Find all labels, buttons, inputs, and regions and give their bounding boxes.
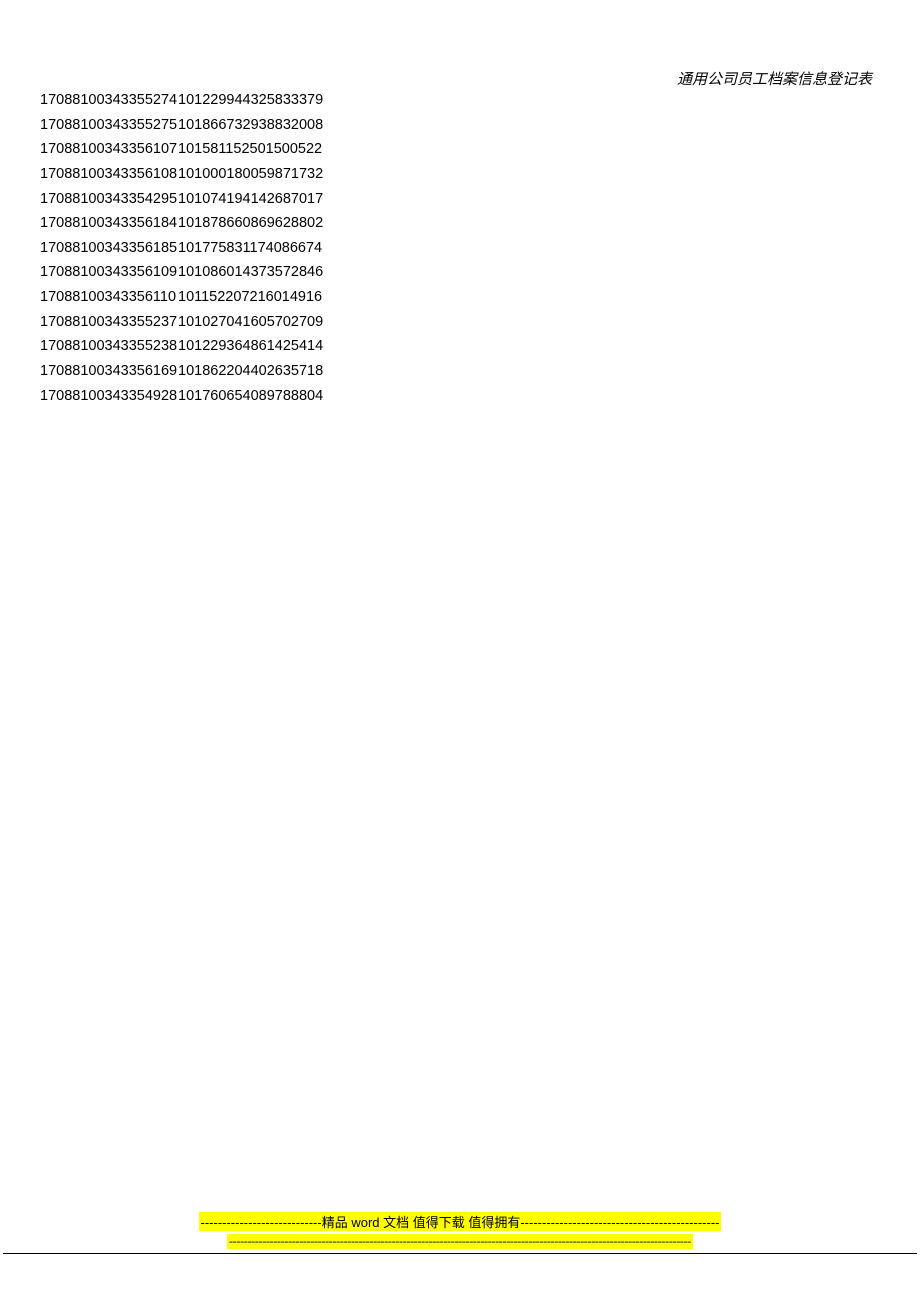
page-header-title: 通用公司员工档案信息登记表 [677, 68, 872, 89]
col-1: 17088100343356108 [40, 162, 178, 187]
table-row: 17088100343354928101760654089788804 [40, 384, 323, 409]
table-row: 17088100343355274101229944325833379 [40, 88, 323, 113]
footer-divider [3, 1253, 917, 1254]
col-1: 17088100343356169 [40, 359, 178, 384]
footer-dash-prefix: ---------------------------- [201, 1215, 322, 1230]
col-2: 101027041605702709 [178, 310, 323, 335]
col-1: 17088100343354928 [40, 384, 178, 409]
footer-text: 精品 word 文档 值得下载 值得拥有 [322, 1215, 521, 1230]
col-2: 101229944325833379 [178, 88, 323, 113]
col-1: 17088100343356107 [40, 137, 178, 162]
table-row: 17088100343355238101229364861425414 [40, 334, 323, 359]
col-2: 101866732938832008 [178, 113, 323, 138]
footer-dash-suffix: ----------------------------------------… [520, 1215, 719, 1230]
col-1: 17088100343356185 [40, 236, 178, 261]
table-row: 17088100343356185101775831174086674 [40, 236, 323, 261]
col-2: 101074194142687017 [178, 187, 323, 212]
col-2: 101862204402635718 [178, 359, 323, 384]
col-2: 101775831174086674 [178, 236, 322, 261]
table-row: 17088100343355237101027041605702709 [40, 310, 323, 335]
footer-line-1: ----------------------------精品 word 文档 值… [199, 1212, 722, 1231]
col-2: 101152207216014916 [178, 285, 322, 310]
col-2: 101000180059871732 [178, 162, 323, 187]
data-table: 1708810034335527410122994432583337917088… [40, 88, 323, 408]
table-row: 17088100343356110101152207216014916 [40, 285, 323, 310]
footer: ----------------------------精品 word 文档 值… [0, 1212, 920, 1250]
col-1: 17088100343355237 [40, 310, 178, 335]
col-2: 101086014373572846 [178, 260, 323, 285]
col-2: 101760654089788804 [178, 384, 323, 409]
col-1: 17088100343354295 [40, 187, 178, 212]
col-2: 101229364861425414 [178, 334, 323, 359]
table-row: 17088100343355275101866732938832008 [40, 113, 323, 138]
table-row: 17088100343356184101878660869628802 [40, 211, 323, 236]
col-1: 17088100343356110 [40, 285, 178, 310]
col-1: 17088100343355238 [40, 334, 178, 359]
col-1: 17088100343356109 [40, 260, 178, 285]
table-row: 17088100343356109101086014373572846 [40, 260, 323, 285]
col-1: 17088100343355275 [40, 113, 178, 138]
table-row: 17088100343356107101581152501500522 [40, 137, 323, 162]
table-row: 17088100343354295101074194142687017 [40, 187, 323, 212]
footer-line-2: ----------------------------------------… [227, 1234, 693, 1249]
col-1: 17088100343356184 [40, 211, 178, 236]
table-row: 17088100343356108101000180059871732 [40, 162, 323, 187]
table-row: 17088100343356169101862204402635718 [40, 359, 323, 384]
col-2: 101581152501500522 [178, 137, 322, 162]
col-1: 17088100343355274 [40, 88, 178, 113]
col-2: 101878660869628802 [178, 211, 323, 236]
